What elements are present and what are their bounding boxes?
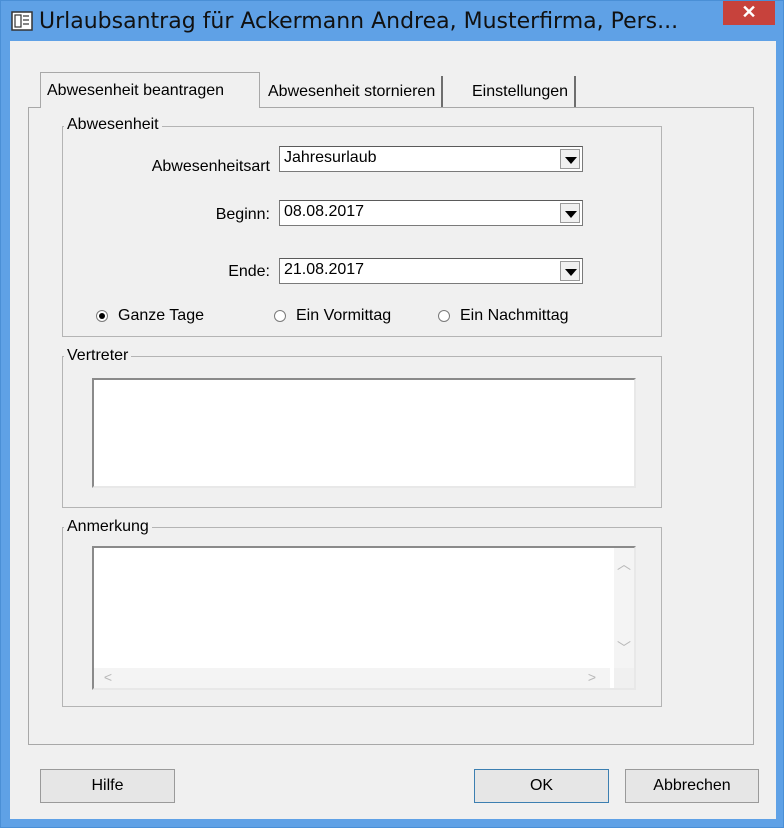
cancel-button-label: Abbrechen: [653, 777, 731, 794]
abwesenheit-group-label: Abwesenheit: [64, 116, 162, 134]
ende-value: 21.08.2017: [284, 261, 365, 278]
tab-label: Einstellungen: [472, 83, 569, 100]
tab-abwesenheit-beantragen[interactable]: Abwesenheit beantragen: [40, 72, 260, 108]
ok-button[interactable]: OK: [474, 769, 609, 803]
chevron-up-icon[interactable]: ︿: [616, 554, 632, 574]
help-button-label: Hilfe: [91, 777, 124, 794]
tab-label: Abwesenheit stornieren: [268, 83, 436, 100]
radio-indicator[interactable]: [274, 310, 286, 322]
chevron-down-icon[interactable]: ﹀: [616, 638, 632, 658]
close-button[interactable]: ✕: [723, 1, 775, 25]
abwesenheitsart-label: Abwesenheitsart: [151, 158, 270, 175]
tab-einstellungen[interactable]: Einstellungen: [466, 76, 577, 108]
scrollbar-corner: [614, 668, 634, 688]
radio-indicator[interactable]: [96, 310, 108, 322]
tab-label: Abwesenheit beantragen: [47, 82, 225, 99]
beginn-date-picker[interactable]: 08.08.2017: [279, 200, 583, 226]
anmerkung-textarea[interactable]: ︿ ﹀ < >: [92, 546, 636, 690]
chevron-down-icon[interactable]: [560, 149, 580, 169]
horizontal-scrollbar[interactable]: < >: [94, 668, 610, 688]
window-title: Urlaubsantrag für Ackermann Andrea, Must…: [39, 9, 679, 34]
ok-button-label: OK: [529, 777, 554, 794]
tab-abwesenheit-stornieren[interactable]: Abwesenheit stornieren: [262, 76, 444, 108]
vertical-scrollbar[interactable]: ︿ ﹀: [614, 548, 634, 668]
cancel-button[interactable]: Abbrechen: [625, 769, 759, 803]
radio-label: Ganze Tage: [118, 307, 204, 324]
radio-indicator[interactable]: [438, 310, 450, 322]
form-document-icon: [11, 11, 33, 31]
abwesenheitsart-dropdown[interactable]: Jahresurlaub: [279, 146, 583, 172]
abwesenheitsart-value: Jahresurlaub: [284, 149, 377, 166]
title-bar[interactable]: Urlaubsantrag für Ackermann Andrea, Must…: [1, 1, 783, 41]
ende-label: Ende:: [228, 263, 270, 280]
ende-date-picker[interactable]: 21.08.2017: [279, 258, 583, 284]
close-icon: ✕: [741, 2, 757, 22]
radio-label: Ein Vormittag: [296, 307, 392, 324]
help-button[interactable]: Hilfe: [40, 769, 175, 803]
beginn-label: Beginn:: [215, 206, 270, 223]
chevron-down-icon[interactable]: [560, 203, 580, 223]
anmerkung-group-label: Anmerkung: [64, 518, 152, 536]
chevron-left-icon[interactable]: <: [100, 669, 116, 685]
radio-label: Ein Nachmittag: [460, 307, 569, 324]
chevron-right-icon[interactable]: >: [584, 669, 600, 685]
vertreter-group-label: Vertreter: [64, 347, 132, 365]
chevron-down-icon[interactable]: [560, 261, 580, 281]
beginn-value: 08.08.2017: [284, 203, 365, 220]
vertreter-input[interactable]: [92, 378, 636, 488]
